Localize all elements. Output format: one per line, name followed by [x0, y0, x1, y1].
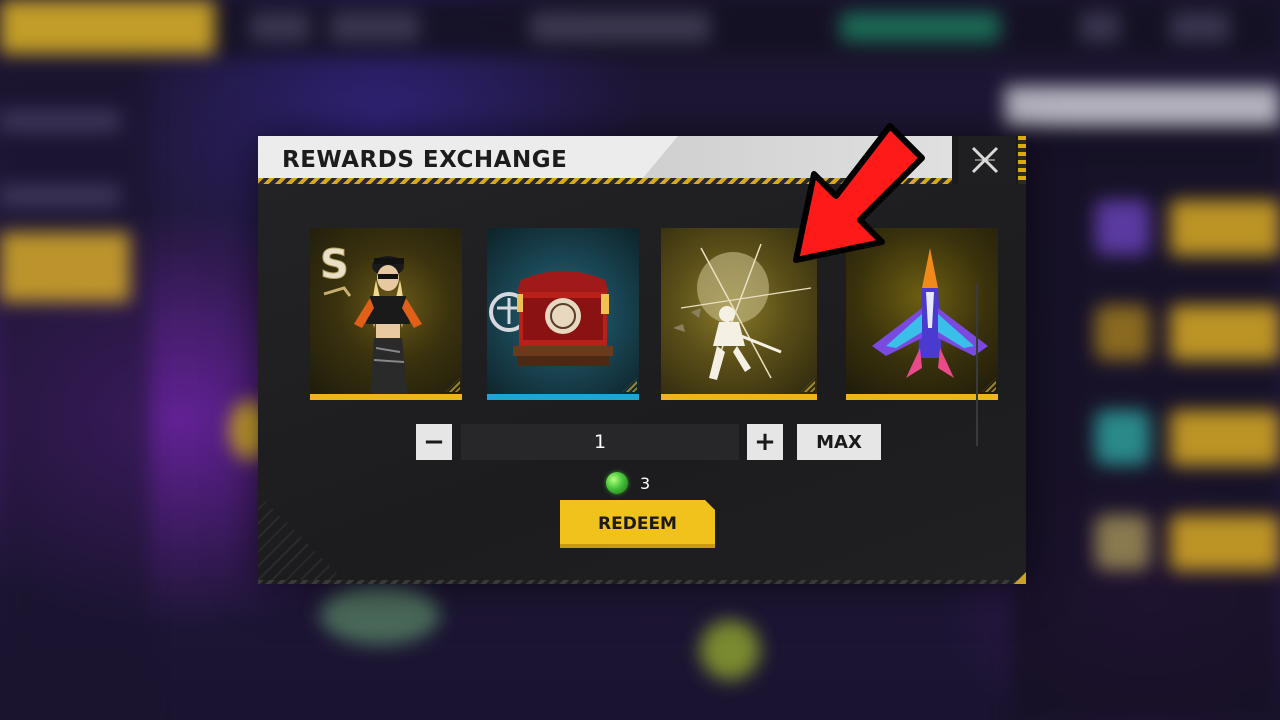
background-top-icon: [330, 12, 420, 42]
background-left-item: [0, 185, 120, 207]
decorative-corner: [1014, 572, 1026, 584]
rarity-bar: [487, 394, 639, 400]
redeem-cost: 3: [606, 469, 650, 497]
background-right-icon: [1095, 410, 1150, 465]
quantity-input[interactable]: 1: [461, 424, 739, 460]
background-left-active-item: [0, 232, 130, 302]
female-character-outfit-icon: S: [320, 242, 422, 400]
decorative-stripes: [258, 494, 348, 584]
background-top-icon: [1170, 12, 1230, 42]
reward-card-character-outfit[interactable]: S: [310, 228, 462, 400]
reward-card-stage-item[interactable]: [487, 228, 639, 400]
background-right-icon: [1095, 305, 1150, 360]
close-button[interactable]: [958, 136, 1016, 184]
background-active-tab: [0, 0, 215, 54]
dialog-title: REWARDS EXCHANGE: [282, 147, 568, 173]
decrease-quantity-button[interactable]: −: [416, 424, 452, 460]
annotation-arrow: [790, 120, 940, 270]
background-blob: [320, 585, 440, 645]
redeem-button[interactable]: REDEEM: [560, 500, 715, 548]
increase-quantity-button[interactable]: +: [747, 424, 783, 460]
background-right-item: [1170, 305, 1280, 361]
close-x-icon: [971, 146, 999, 174]
red-arrow-icon: [793, 123, 925, 263]
rarity-bar: [661, 394, 817, 400]
background-right-item: [1170, 200, 1280, 256]
green-gem-icon: [606, 472, 628, 494]
cost-amount: 3: [640, 473, 651, 493]
background-left-column: [0, 60, 150, 720]
background-right-icon: [1095, 515, 1150, 570]
scroll-indicator[interactable]: [976, 284, 978, 446]
background-top-icon: [530, 12, 710, 42]
background-left-item: [0, 110, 120, 132]
stage-booth-icon: [489, 271, 613, 366]
svg-text:S: S: [320, 242, 349, 288]
rarity-bar: [310, 394, 462, 400]
background-top-icon: [250, 12, 310, 42]
background-right-item: [1170, 515, 1280, 571]
background-right-icon: [1095, 200, 1150, 255]
decorative-bottom-border: [258, 580, 1026, 584]
background-blob: [700, 620, 760, 680]
max-quantity-button[interactable]: MAX: [797, 424, 881, 460]
decorative-side-stripe: [1018, 136, 1026, 184]
background-right-item: [1170, 410, 1280, 466]
background-top-icon: [1080, 12, 1120, 42]
background-right-header: [1005, 86, 1280, 126]
background-top-icon: [840, 12, 1000, 42]
